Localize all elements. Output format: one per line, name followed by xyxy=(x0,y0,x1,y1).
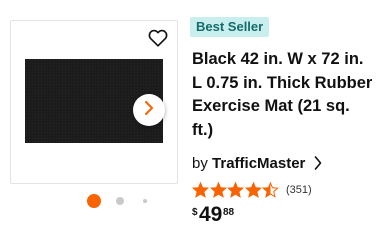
product-title: Black 42 in. W x 72 in. L 0.75 in. Thick… xyxy=(192,50,373,139)
brand-line: by TrafficMaster xyxy=(192,154,322,174)
price-dollars: 49 xyxy=(199,203,223,226)
star-full-icon xyxy=(244,182,262,198)
price-cents: 88 xyxy=(223,207,235,218)
star-full-icon xyxy=(192,182,209,198)
carousel-dot-active[interactable] xyxy=(87,194,101,208)
price-currency: $ xyxy=(192,207,198,218)
star-half-icon xyxy=(262,182,280,198)
next-image-button[interactable] xyxy=(133,94,165,126)
favorite-button[interactable] xyxy=(147,29,169,51)
chevron-right-icon xyxy=(144,100,154,120)
brand-link[interactable]: TrafficMaster xyxy=(212,155,305,172)
rating[interactable]: (351) xyxy=(192,180,312,200)
heart-outline-icon xyxy=(148,29,168,52)
carousel-dot[interactable] xyxy=(116,197,124,205)
by-label: by xyxy=(192,155,208,172)
star-full-icon xyxy=(209,182,227,198)
carousel-dot[interactable] xyxy=(143,199,147,203)
star-rating xyxy=(192,182,280,198)
chevron-right-icon[interactable] xyxy=(310,155,322,172)
review-count[interactable]: (351) xyxy=(286,184,312,196)
star-full-icon xyxy=(227,182,245,198)
best-seller-badge: Best Seller xyxy=(190,17,270,37)
carousel-indicators xyxy=(0,194,190,208)
product-image-card xyxy=(10,20,178,184)
